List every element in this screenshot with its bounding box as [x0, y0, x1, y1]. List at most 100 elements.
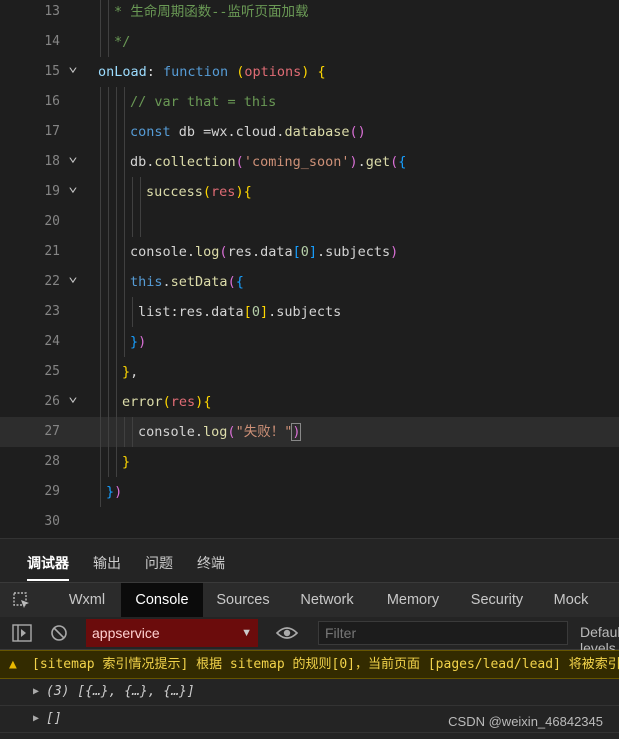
code-line[interactable]: 23 list:res.data[0].subjects [0, 297, 619, 327]
indent-guide [108, 177, 109, 207]
code-line[interactable]: 25}, [0, 357, 619, 387]
filter-input[interactable] [318, 621, 568, 645]
code-editor[interactable]: 13 * 生命周期函数--监听页面加载 14 */ 15 ⌄ onLoad: functio… [0, 0, 619, 538]
code-line[interactable]: 13 * 生命周期函数--监听页面加载 [0, 0, 619, 27]
tab-problems[interactable]: 问题 [145, 553, 173, 573]
code-line[interactable]: 30 [0, 507, 619, 537]
code-line[interactable]: 22 ⌄ this.setData({ [0, 267, 619, 297]
code-token: . [162, 274, 171, 290]
tab-sources[interactable]: Sources [208, 583, 278, 617]
code-token: console. [130, 244, 196, 260]
code-token: error [122, 394, 163, 410]
context-select[interactable]: appservice ▼ [86, 619, 258, 647]
code-token: { [203, 394, 212, 410]
code-token: . [357, 154, 366, 170]
code-line[interactable]: 20 [0, 207, 619, 237]
inspect-element-icon[interactable] [12, 591, 32, 611]
indent-guide [108, 327, 109, 357]
code-text: success(res){ [146, 177, 252, 207]
indent-guide [124, 327, 125, 357]
code-token: db =wx.cloud. [170, 124, 285, 140]
fold-chevron-icon[interactable]: ⌄ [66, 388, 80, 404]
indent-guide [124, 297, 125, 327]
fold-chevron-icon[interactable]: ⌄ [66, 268, 80, 284]
indent-guide [124, 87, 125, 117]
fold-chevron-icon[interactable]: ⌄ [66, 148, 80, 164]
code-token: * 生命周期函数--监听页面加载 [114, 4, 309, 20]
line-number: 23 [44, 304, 60, 319]
indent-guide [108, 417, 109, 447]
code-text: db.collection('coming_soon').get({ [130, 147, 406, 177]
fold-chevron-icon[interactable]: ⌄ [66, 178, 80, 194]
indent-guide [108, 267, 109, 297]
indent-guide [100, 207, 101, 237]
code-line[interactable]: 18 ⌄ db.collection('coming_soon').get({ [0, 147, 619, 177]
indent-guide [108, 357, 109, 387]
indent-guide [116, 237, 117, 267]
tab-memory[interactable]: Memory [376, 583, 450, 617]
code-text: }) [106, 477, 122, 507]
tab-terminal[interactable]: 终端 [197, 553, 225, 573]
indent-guide [108, 87, 109, 117]
code-token: 0 [300, 244, 309, 260]
code-line[interactable]: 24}) [0, 327, 619, 357]
fold-chevron-icon[interactable]: ⌄ [66, 58, 80, 74]
console-warning-message[interactable]: ▲ [sitemap 索引情况提示] 根据 sitemap 的规则[0]，当前页… [0, 650, 619, 679]
code-line[interactable]: 27 console.log("失败！") [0, 417, 619, 447]
line-number: 25 [44, 364, 60, 379]
code-line[interactable]: 15 ⌄ onLoad: function (options) { [0, 57, 619, 87]
tab-console[interactable]: Console [121, 583, 203, 617]
line-number: 19 [44, 184, 60, 199]
code-text: * 生命周期函数--监听页面加载 [114, 0, 309, 27]
eye-icon[interactable] [276, 625, 298, 641]
devtools-panel: 调试器 输出 问题 终端 Wxml Console Sources Networ… [0, 538, 619, 739]
code-token: ( [162, 394, 171, 410]
code-line[interactable]: 17 const db =wx.cloud.database() [0, 117, 619, 147]
code-token: .subjects [268, 304, 342, 320]
code-line[interactable]: 28} [0, 447, 619, 477]
indent-guide [108, 237, 109, 267]
tab-network[interactable]: Network [290, 583, 364, 617]
code-token: function [163, 64, 229, 80]
code-line[interactable]: 29}) [0, 477, 619, 507]
indent-guide [100, 87, 101, 117]
code-line[interactable]: 21 console.log(res.data[0].subjects) [0, 237, 619, 267]
indent-guide [116, 147, 117, 177]
code-token: log [203, 424, 228, 440]
line-number: 17 [44, 124, 60, 139]
console-filter-bar: appservice ▼ Default levels [0, 617, 619, 656]
code-token: ( [219, 244, 228, 260]
code-line[interactable]: 16 // var that = this [0, 87, 619, 117]
code-token: { [398, 154, 407, 170]
code-line[interactable]: 14 */ [0, 27, 619, 57]
code-text: }, [122, 357, 138, 387]
tab-debugger[interactable]: 调试器 [27, 553, 69, 581]
indent-guide [132, 207, 133, 237]
indent-guide [116, 207, 117, 237]
code-line[interactable]: 19 ⌄ success(res){ [0, 177, 619, 207]
code-token: db. [130, 154, 155, 170]
tab-mock[interactable]: Mock [544, 583, 598, 617]
indent-guide [132, 177, 133, 207]
indent-guide [100, 447, 101, 477]
clear-console-icon[interactable] [50, 624, 68, 642]
code-text: }) [130, 327, 146, 357]
code-text: console.log(res.data[0].subjects) [130, 237, 398, 267]
code-token: res [211, 184, 236, 200]
code-token: get [365, 154, 391, 170]
toggle-sidebar-icon[interactable] [12, 624, 32, 642]
indent-guide [100, 477, 101, 507]
expand-triangle-icon[interactable]: ▶ [33, 678, 39, 705]
tab-security[interactable]: Security [462, 583, 532, 617]
code-text: */ [114, 27, 130, 57]
code-token: log [195, 244, 220, 260]
tab-output[interactable]: 输出 [93, 553, 121, 573]
tab-wxml[interactable]: Wxml [58, 583, 116, 617]
code-token: this [130, 274, 163, 290]
expand-triangle-icon[interactable]: ▶ [33, 705, 39, 732]
console-log-message[interactable]: ▶ (3) [{…}, {…}, {…}] [0, 678, 619, 706]
indent-guide [124, 417, 125, 447]
code-line[interactable]: 26 ⌄ error(res){ [0, 387, 619, 417]
warning-text: [sitemap 索引情况提示] 根据 sitemap 的规则[0]，当前页面 … [32, 657, 619, 672]
line-number: 15 [44, 64, 60, 79]
